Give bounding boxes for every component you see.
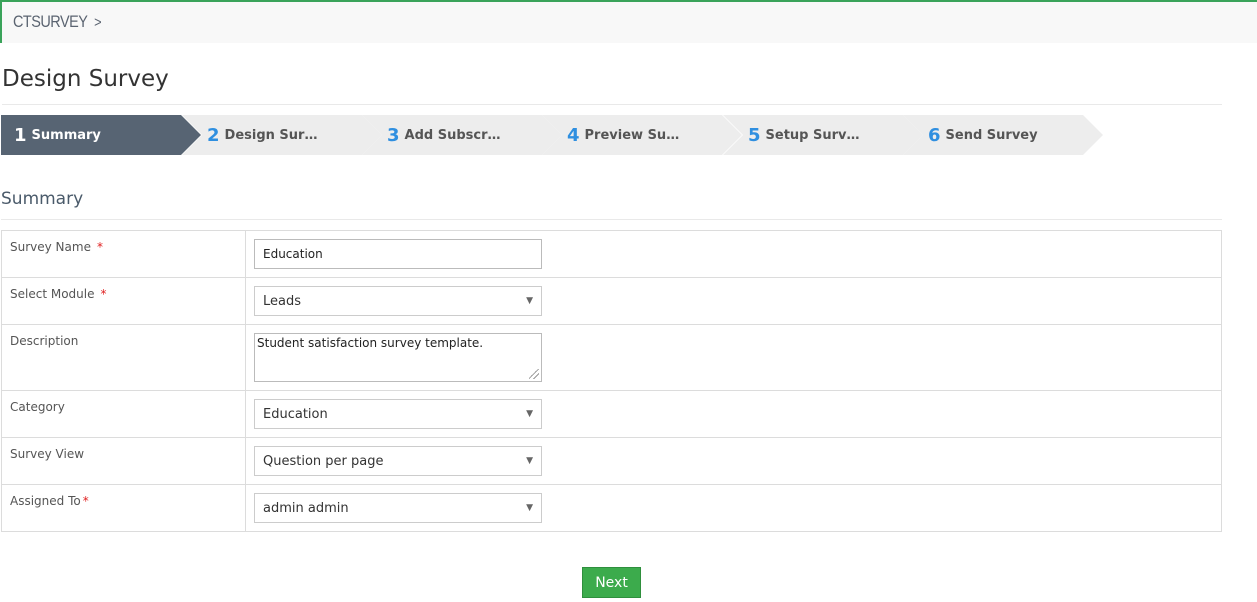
step-number: 6 bbox=[928, 124, 941, 146]
required-marker: * bbox=[82, 494, 89, 508]
label-text: Assigned To bbox=[10, 494, 81, 508]
page-title: Design Survey bbox=[2, 66, 169, 92]
step-preview-survey[interactable]: 4 Preview Su… bbox=[542, 115, 742, 155]
survey-name-label: Survey Name * bbox=[1, 230, 246, 278]
step-number: 2 bbox=[207, 124, 220, 146]
step-add-subscribers[interactable]: 3 Add Subscr… bbox=[362, 115, 562, 155]
top-bar: CTSURVEY > bbox=[0, 0, 1257, 43]
category-cell: Education ▼ bbox=[245, 390, 1222, 438]
selected-value: admin admin bbox=[263, 500, 349, 516]
survey-name-cell: Education bbox=[245, 230, 1222, 278]
selected-value: Question per page bbox=[263, 453, 384, 469]
category-label: Category bbox=[1, 390, 246, 438]
label-text: Survey Name bbox=[10, 240, 91, 254]
form-row-description: Description Student satisfaction survey … bbox=[1, 324, 1222, 391]
survey-name-input[interactable]: Education bbox=[254, 239, 542, 269]
section-title: Summary bbox=[1, 189, 84, 209]
step-label: Design Sur… bbox=[224, 127, 318, 143]
step-label: Add Subscr… bbox=[404, 127, 501, 143]
breadcrumb: CTSURVEY > bbox=[13, 12, 102, 32]
step-send-survey[interactable]: 6 Send Survey bbox=[903, 115, 1103, 155]
chevron-right-icon: > bbox=[94, 13, 102, 31]
breadcrumb-module[interactable]: CTSURVEY bbox=[13, 12, 88, 32]
resize-grip-icon[interactable] bbox=[529, 369, 539, 379]
form-row-survey-view: Survey View Question per page ▼ bbox=[1, 437, 1222, 485]
step-number: 4 bbox=[567, 124, 580, 146]
form-row-survey-name: Survey Name * Education bbox=[1, 230, 1222, 278]
divider bbox=[1, 219, 1222, 220]
label-text: Description bbox=[10, 334, 79, 348]
label-text: Survey View bbox=[10, 447, 85, 461]
survey-view-dropdown[interactable]: Question per page ▼ bbox=[254, 446, 542, 476]
caret-down-icon: ▼ bbox=[526, 409, 533, 419]
wizard-steps: 1 Summary 2 Design Sur… 3 Add Subscr… 4 … bbox=[1, 115, 1111, 155]
survey-view-label: Survey View bbox=[1, 437, 246, 485]
step-setup-survey[interactable]: 5 Setup Surv… bbox=[723, 115, 923, 155]
assigned-to-dropdown[interactable]: admin admin ▼ bbox=[254, 493, 542, 523]
select-module-label: Select Module * bbox=[1, 277, 246, 325]
step-label: Send Survey bbox=[945, 127, 1038, 143]
divider bbox=[2, 104, 1222, 105]
category-dropdown[interactable]: Education ▼ bbox=[254, 399, 542, 429]
selected-value: Leads bbox=[263, 293, 302, 309]
assigned-to-label: Assigned To * bbox=[1, 484, 246, 532]
assigned-to-cell: admin admin ▼ bbox=[245, 484, 1222, 532]
caret-down-icon: ▼ bbox=[526, 456, 533, 466]
selected-value: Education bbox=[263, 406, 328, 422]
form-row-assigned-to: Assigned To * admin admin ▼ bbox=[1, 484, 1222, 532]
survey-view-cell: Question per page ▼ bbox=[245, 437, 1222, 485]
description-textarea[interactable]: Student satisfaction survey template. bbox=[254, 333, 542, 382]
next-button[interactable]: Next bbox=[582, 567, 641, 598]
label-text: Category bbox=[10, 400, 65, 414]
description-label: Description bbox=[1, 324, 246, 391]
textarea-value: Student satisfaction survey template. bbox=[257, 336, 484, 350]
form-row-category: Category Education ▼ bbox=[1, 390, 1222, 438]
step-label: Preview Su… bbox=[584, 127, 680, 143]
step-summary[interactable]: 1 Summary bbox=[1, 115, 201, 155]
label-text: Select Module bbox=[10, 287, 95, 301]
step-number: 1 bbox=[14, 124, 27, 146]
required-marker: * bbox=[100, 287, 107, 301]
step-design-survey[interactable]: 2 Design Sur… bbox=[182, 115, 382, 155]
required-marker: * bbox=[96, 240, 103, 254]
select-module-dropdown[interactable]: Leads ▼ bbox=[254, 286, 542, 316]
description-cell: Student satisfaction survey template. bbox=[245, 324, 1222, 391]
caret-down-icon: ▼ bbox=[526, 503, 533, 513]
select-module-cell: Leads ▼ bbox=[245, 277, 1222, 325]
step-label: Summary bbox=[31, 127, 101, 143]
caret-down-icon: ▼ bbox=[526, 296, 533, 306]
summary-form: Survey Name * Education Select Module * Le… bbox=[1, 230, 1222, 532]
step-number: 5 bbox=[748, 124, 761, 146]
step-label: Setup Surv… bbox=[765, 127, 860, 143]
step-number: 3 bbox=[387, 124, 400, 146]
form-row-select-module: Select Module * Leads ▼ bbox=[1, 277, 1222, 325]
